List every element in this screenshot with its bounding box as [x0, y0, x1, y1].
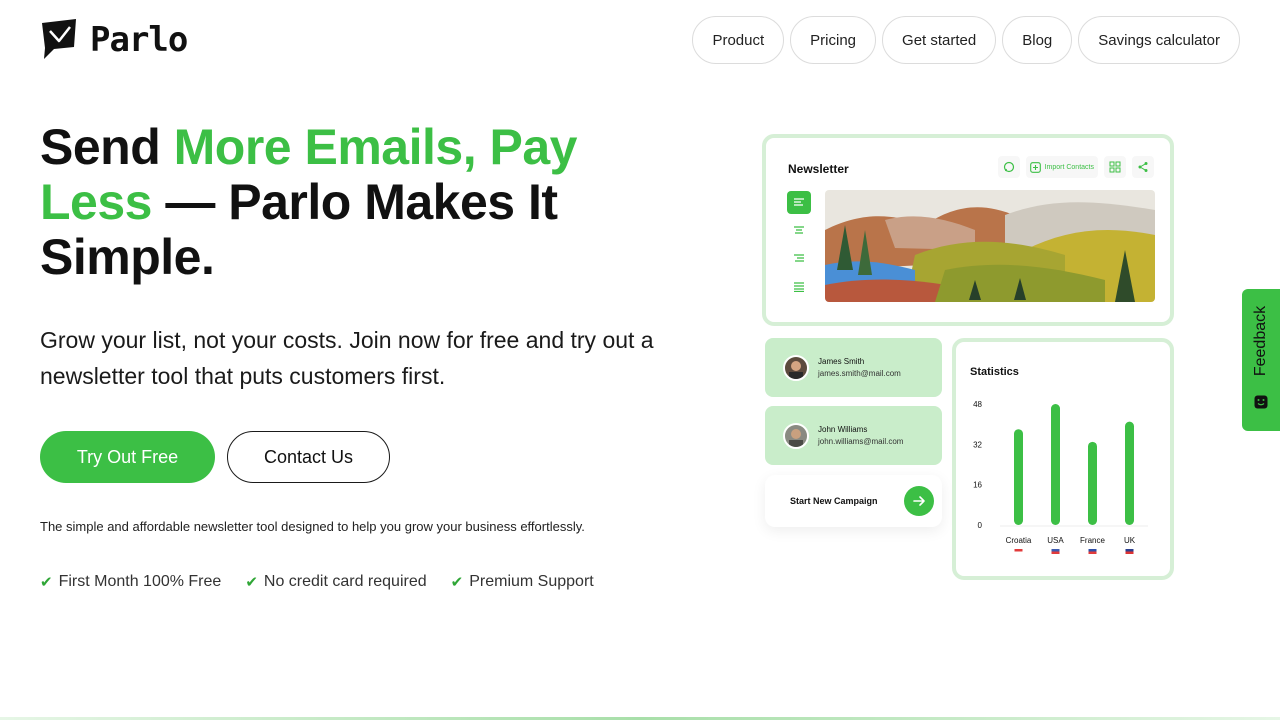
- bar-uk: [1125, 421, 1134, 525]
- flag-icon: [1051, 551, 1060, 554]
- bar-france: [1088, 441, 1097, 525]
- bar-croatia: [1014, 429, 1023, 525]
- x-tick-label: USA: [1047, 536, 1064, 545]
- comment-icon[interactable]: [997, 156, 1020, 178]
- contact-card[interactable]: James Smith james.smith@mail.com: [765, 338, 942, 397]
- chat-bubble-icon: [42, 19, 76, 59]
- align-justify-icon[interactable]: [787, 275, 811, 298]
- hero-tagline: The simple and affordable newsletter too…: [40, 519, 585, 534]
- contact-name: John Williams: [818, 425, 868, 434]
- y-tick-label: 16: [973, 481, 982, 490]
- arrow-right-icon[interactable]: [904, 486, 934, 516]
- start-campaign-card[interactable]: Start New Campaign: [765, 475, 942, 527]
- nav-savings-calculator[interactable]: Savings calculator: [1078, 16, 1240, 64]
- y-tick-label: 0: [978, 521, 983, 530]
- start-campaign-label: Start New Campaign: [790, 496, 878, 506]
- share-icon[interactable]: [1132, 156, 1154, 178]
- feedback-label: Feedback: [1252, 305, 1269, 377]
- align-right-icon[interactable]: [787, 247, 811, 270]
- checkmark-icon: ✔: [40, 574, 53, 591]
- flag-icon: [1014, 551, 1023, 554]
- contact-us-button[interactable]: Contact Us: [227, 431, 390, 483]
- avatar: [783, 354, 809, 381]
- main-nav: Product Pricing Get started Blog Savings…: [692, 16, 1240, 64]
- nav-pricing[interactable]: Pricing: [790, 16, 877, 64]
- y-tick-label: 48: [973, 400, 982, 409]
- feature-label: First Month 100% Free: [58, 573, 222, 590]
- contact-email: john.williams@mail.com: [818, 437, 904, 446]
- hero-title: Send More Emails, Pay Less — Parlo Makes…: [40, 120, 660, 285]
- newsletter-toolbar: Import Contacts: [997, 156, 1154, 178]
- x-tick-label: Croatia: [1006, 536, 1032, 545]
- contact-card[interactable]: John Williams john.williams@mail.com: [765, 406, 942, 465]
- feature-item: ✔ Premium Support: [451, 573, 594, 591]
- plus-square-icon: [1029, 161, 1041, 173]
- try-out-free-button[interactable]: Try Out Free: [40, 431, 215, 483]
- newsletter-card: Newsletter Import Contacts: [762, 134, 1174, 326]
- import-contacts-button[interactable]: Import Contacts: [1025, 156, 1098, 178]
- statistics-bar-chart: 0 16 32 48 Croatia USA France UK: [973, 400, 1148, 554]
- checkmark-icon: ✔: [450, 574, 464, 591]
- feature-label: No credit card required: [263, 573, 427, 590]
- checkmark-icon: ✔: [245, 574, 258, 591]
- flag-icon: [1088, 549, 1097, 552]
- contact-email: james.smith@mail.com: [818, 369, 901, 378]
- smiley-icon: [1254, 395, 1268, 409]
- align-center-icon[interactable]: [787, 219, 811, 242]
- brand-name: Parlo: [90, 20, 188, 60]
- grid-icon[interactable]: [1104, 156, 1126, 178]
- hero-title-part1: Send: [40, 119, 174, 175]
- bar-usa: [1051, 404, 1060, 525]
- y-tick-label: 32: [973, 440, 982, 449]
- nav-get-started[interactable]: Get started: [882, 16, 997, 64]
- flag-icon: [1125, 551, 1134, 554]
- feature-label: Premium Support: [469, 573, 594, 590]
- statistics-card: Statistics 0 16 32 48 Croatia USA France UK: [952, 338, 1174, 580]
- landscape-image: [825, 190, 1155, 302]
- nav-product[interactable]: Product: [692, 16, 785, 64]
- x-tick-label: UK: [1124, 536, 1136, 545]
- newsletter-title: Newsletter: [788, 162, 849, 176]
- flag-icon: [1014, 549, 1023, 552]
- x-tick-label: France: [1080, 536, 1105, 545]
- feature-item: ✔ No credit card required: [245, 573, 426, 591]
- import-contacts-label: Import Contacts: [1044, 163, 1094, 171]
- nav-blog[interactable]: Blog: [1002, 16, 1073, 64]
- contact-name: James Smith: [818, 357, 865, 366]
- flag-icon: [1051, 549, 1060, 552]
- flag-icon: [1125, 549, 1134, 552]
- align-left-icon[interactable]: [787, 191, 811, 214]
- hero-subtitle: Grow your list, not your costs. Join now…: [40, 327, 654, 389]
- alignment-toolbar: [787, 191, 811, 298]
- brand-logo[interactable]: Parlo: [40, 19, 188, 61]
- feature-list: ✔ First Month 100% Free ✔ No credit card…: [40, 573, 594, 591]
- feature-item: ✔ First Month 100% Free: [40, 573, 221, 591]
- flag-icon: [1088, 551, 1097, 554]
- feedback-tab[interactable]: Feedback: [1242, 289, 1280, 431]
- avatar: [783, 422, 809, 449]
